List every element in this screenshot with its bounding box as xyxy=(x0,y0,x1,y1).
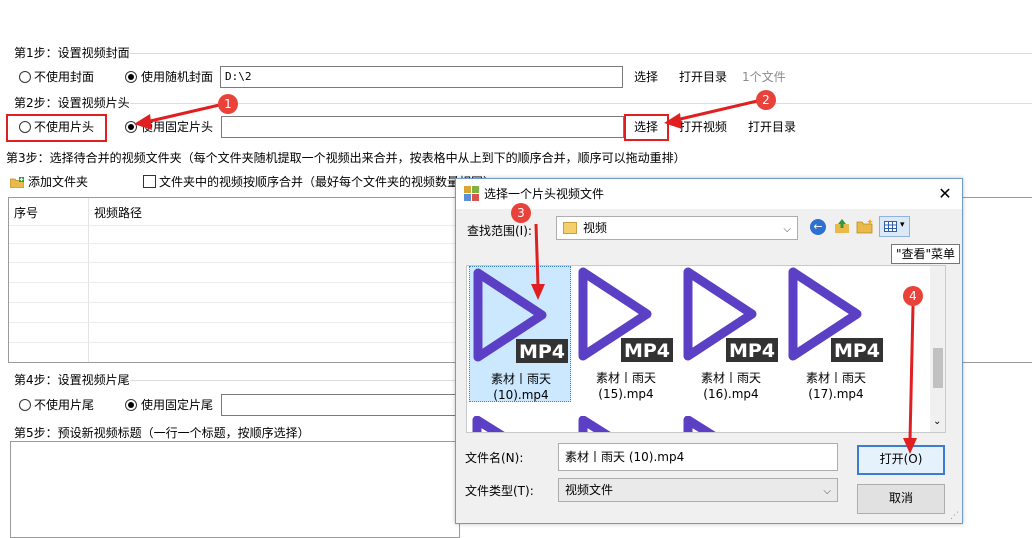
annotation-badge-4: 4 xyxy=(903,286,923,306)
annotation-badge-3: 3 xyxy=(511,203,531,223)
annotation-arrowhead-4 xyxy=(903,438,917,454)
annotation-arrow-4 xyxy=(908,305,915,441)
annotation-arrowhead-3 xyxy=(531,284,545,300)
annotation-arrow-3 xyxy=(534,223,540,287)
annotation-arrows-dialog xyxy=(531,223,917,454)
